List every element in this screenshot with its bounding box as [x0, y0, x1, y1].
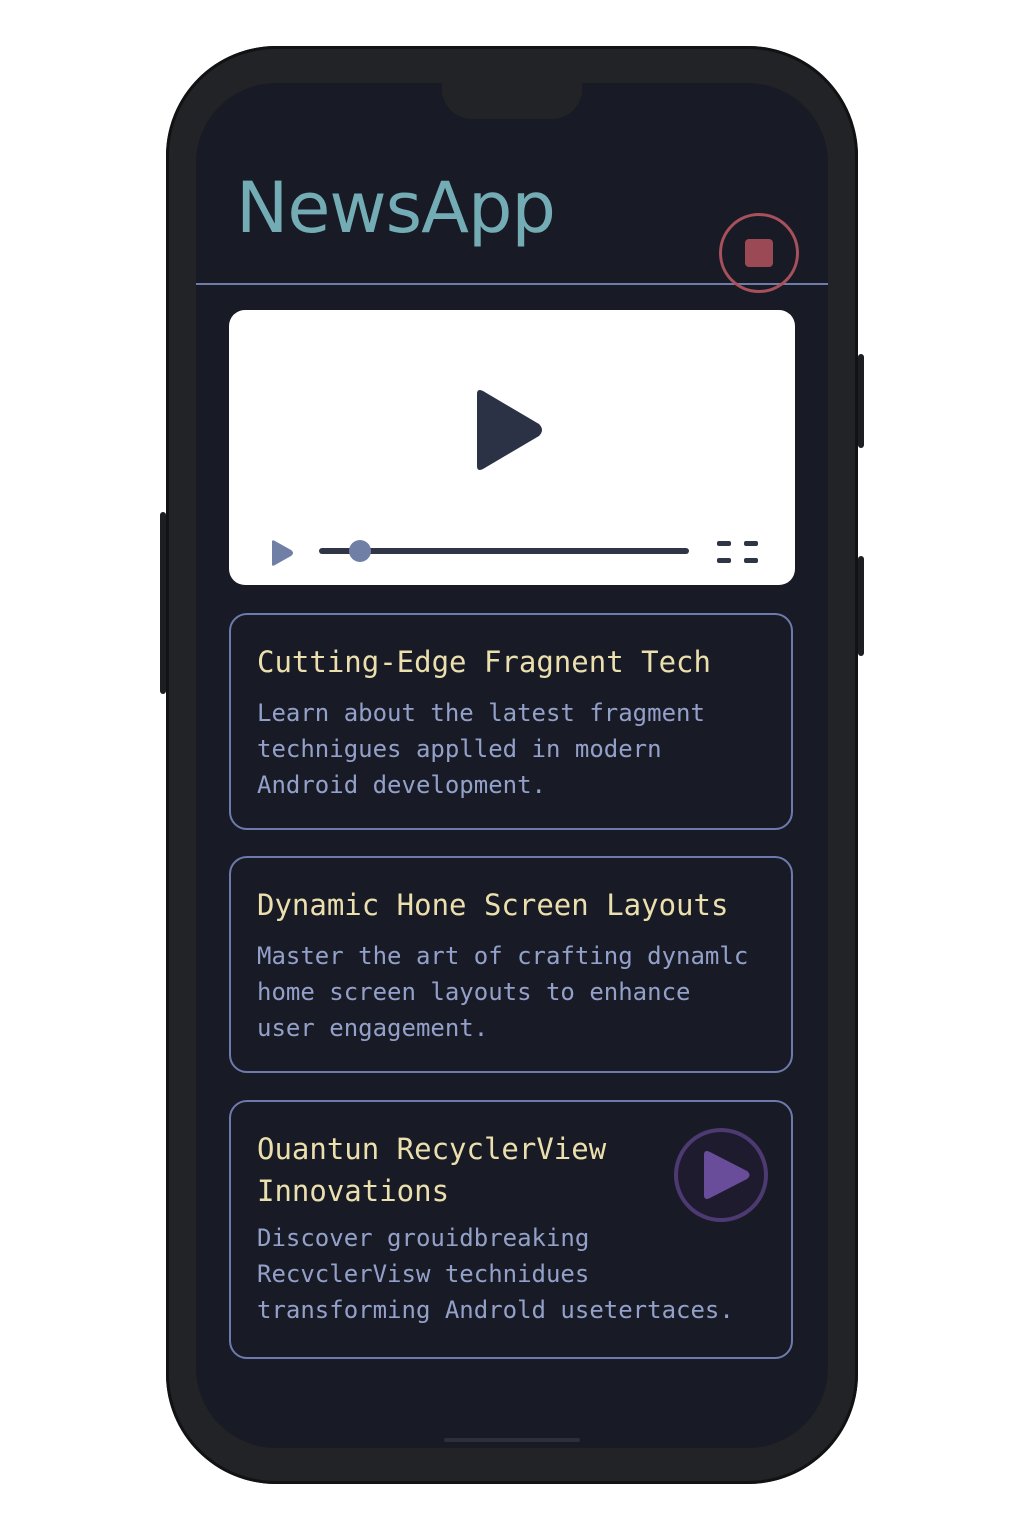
article-title: Ouantun RecyclerView Innovations — [257, 1132, 607, 1208]
stop-icon — [745, 239, 773, 267]
home-indicator — [444, 1438, 580, 1442]
fullscreen-icon[interactable] — [717, 541, 761, 563]
phone-frame: NewsApp Cutting-Edge Fragnent Tech Learn… — [160, 46, 864, 1484]
article-description: Master the art of crafting dynamlc home … — [257, 942, 749, 1042]
small-play-icon[interactable] — [269, 539, 295, 567]
side-button — [858, 556, 864, 656]
article-title: Dynamic Hone Screen Layouts — [257, 888, 729, 922]
app-title: NewsApp — [236, 167, 556, 249]
article-description: Discover grouidbreaking RecvclerVisw tec… — [257, 1224, 734, 1324]
progress-bar[interactable] — [319, 540, 689, 562]
stop-button[interactable] — [719, 213, 799, 293]
volume-button — [160, 512, 166, 694]
article-description: Learn about the latest fragment technigu… — [257, 699, 705, 799]
play-circle-icon[interactable] — [673, 1127, 769, 1223]
app-screen: NewsApp Cutting-Edge Fragnent Tech Learn… — [196, 83, 828, 1448]
article-card-home-screen[interactable]: Dynamic Hone Screen Layouts Master the a… — [229, 856, 793, 1073]
play-icon[interactable] — [469, 388, 549, 472]
power-button — [858, 354, 864, 448]
article-card-recyclerview[interactable]: Ouantun RecyclerView Innovations Discove… — [229, 1100, 793, 1359]
progress-thumb[interactable] — [348, 540, 371, 562]
article-title: Cutting-Edge Fragnent Tech — [257, 645, 711, 679]
video-player[interactable] — [229, 310, 795, 585]
article-card-fragment[interactable]: Cutting-Edge Fragnent Tech Learn about t… — [229, 613, 793, 830]
